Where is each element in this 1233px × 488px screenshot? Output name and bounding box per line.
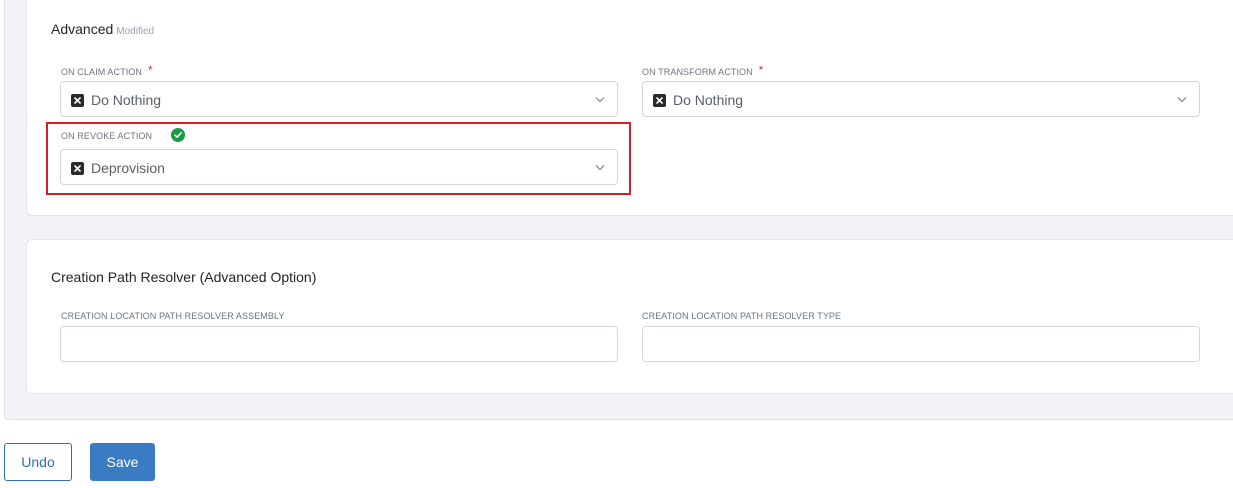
- chevron-down-icon[interactable]: [595, 96, 605, 103]
- on-transform-action-label-text: ON TRANSFORM ACTION: [642, 67, 753, 77]
- required-indicator: *: [758, 63, 764, 77]
- highlight-box: [46, 122, 631, 195]
- save-button[interactable]: Save: [90, 443, 155, 481]
- advanced-title: Advanced: [51, 21, 114, 37]
- on-claim-action-select[interactable]: Do Nothing: [60, 81, 618, 117]
- close-icon[interactable]: [653, 94, 666, 107]
- resolver-assembly-input[interactable]: [60, 326, 618, 362]
- undo-button[interactable]: Undo: [4, 443, 72, 481]
- modified-badge: Modified: [116, 26, 155, 37]
- on-claim-action-label-text: ON CLAIM ACTION: [61, 67, 143, 77]
- on-transform-action-value: Do Nothing: [673, 92, 744, 108]
- resolver-section-title: Creation Path Resolver (Advanced Option): [51, 269, 317, 285]
- resolver-type-input[interactable]: [642, 326, 1200, 362]
- on-transform-action-label: ON TRANSFORM ACTION *: [642, 63, 764, 78]
- on-claim-action-value: Do Nothing: [91, 92, 162, 108]
- on-transform-action-select[interactable]: Do Nothing: [642, 81, 1200, 117]
- advanced-section-title: Advanced Modified: [51, 21, 154, 37]
- undo-button-label: Undo: [21, 454, 55, 470]
- on-claim-action-label: ON CLAIM ACTION *: [61, 63, 153, 78]
- save-button-label: Save: [106, 454, 139, 470]
- close-icon[interactable]: [71, 94, 84, 107]
- required-indicator: *: [148, 63, 153, 77]
- chevron-down-icon[interactable]: [1177, 96, 1187, 103]
- resolver-assembly-label: CREATION LOCATION PATH RESOLVER ASSEMBLY: [61, 311, 285, 321]
- resolver-type-label: CREATION LOCATION PATH RESOLVER TYPE: [642, 311, 842, 321]
